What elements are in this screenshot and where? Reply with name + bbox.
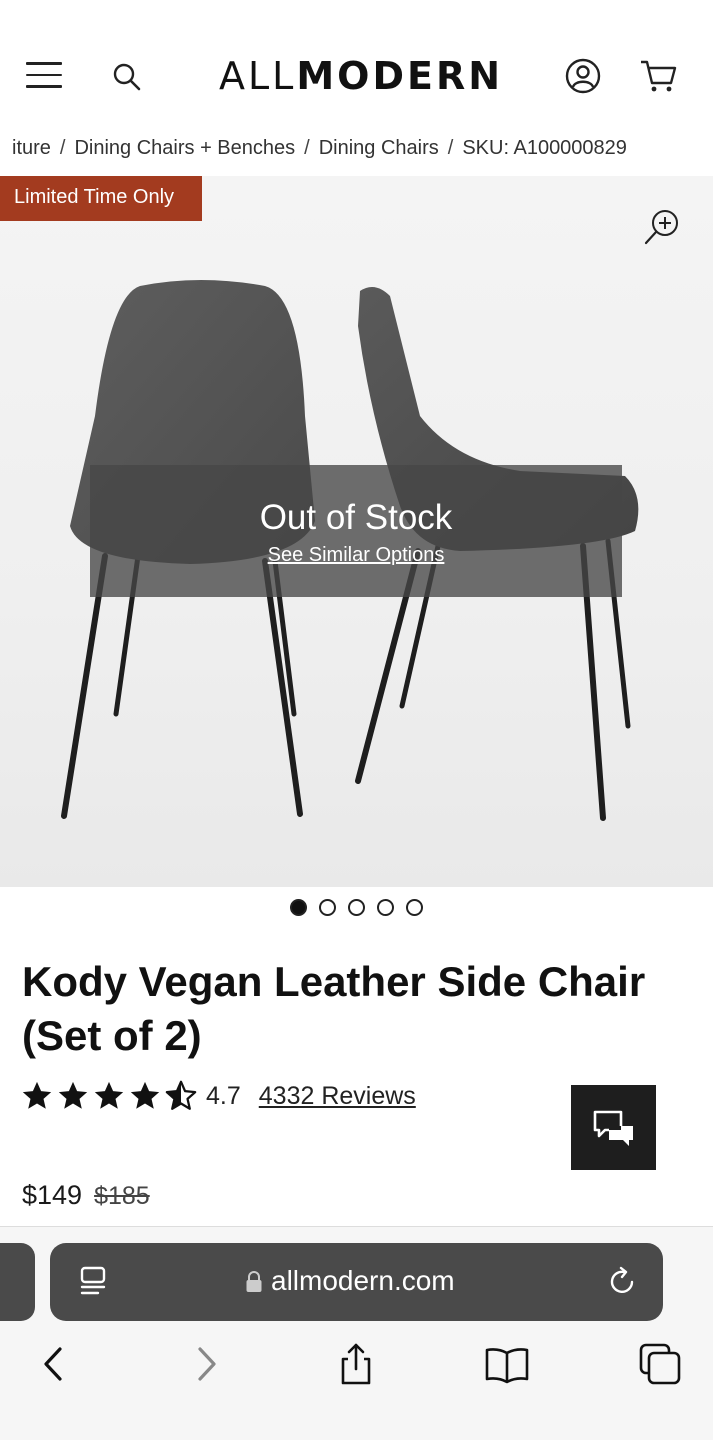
back-icon[interactable] (28, 1339, 78, 1389)
carousel-dot-5[interactable] (406, 899, 423, 916)
forward-icon[interactable] (182, 1339, 232, 1389)
star-rating (20, 1079, 198, 1113)
rating-value: 4.7 (206, 1081, 241, 1110)
logo-bold-text: MODERN (296, 54, 504, 98)
out-of-stock-title: Out of Stock (259, 498, 453, 537)
star-icon (130, 1081, 160, 1109)
reload-icon[interactable] (607, 1265, 639, 1299)
share-icon[interactable] (331, 1339, 381, 1389)
original-price: $185 (94, 1182, 150, 1210)
chat-button[interactable] (571, 1085, 656, 1170)
out-of-stock-overlay: Out of Stock See Similar Options (90, 465, 622, 597)
chat-icon (593, 1110, 633, 1146)
rating-row: 4.7 4332 Reviews (20, 1079, 416, 1113)
breadcrumb-separator: / (447, 137, 454, 159)
browser-toolbar: allmodern.com (0, 1226, 713, 1440)
breadcrumb-item[interactable]: Dining Chairs + Benches (74, 137, 295, 159)
limited-time-badge: Limited Time Only (0, 176, 202, 221)
carousel-dot-4[interactable] (377, 899, 394, 916)
breadcrumb: iture / Dining Chairs + Benches / Dining Cha… (12, 137, 713, 160)
url-text: allmodern.com (271, 1265, 455, 1296)
cart-icon[interactable] (638, 56, 678, 96)
carousel-dot-2[interactable] (319, 899, 336, 916)
hamburger-menu-icon[interactable] (26, 62, 62, 90)
breadcrumb-sku: SKU: A100000829 (462, 137, 627, 159)
half-star-icon (165, 1080, 197, 1110)
sale-price: $149 (22, 1180, 83, 1210)
breadcrumb-separator: / (59, 137, 66, 159)
search-icon[interactable] (112, 62, 142, 92)
star-icon (58, 1081, 88, 1109)
carousel-dot-3[interactable] (348, 899, 365, 916)
reviews-link[interactable]: 4332 Reviews (259, 1082, 416, 1111)
carousel-dots (290, 899, 423, 916)
lock-icon (246, 1271, 262, 1292)
previous-tab-preview[interactable] (0, 1243, 35, 1321)
star-icon (94, 1081, 124, 1109)
site-header: ALLMODERN (0, 40, 713, 112)
browser-nav-row (0, 1339, 713, 1399)
breadcrumb-separator: / (304, 137, 310, 159)
tabs-icon[interactable] (635, 1339, 685, 1389)
breadcrumb-item[interactable]: iture (12, 137, 51, 159)
site-logo[interactable]: ALLMODERN (219, 54, 503, 98)
price-row: $149 $185 (22, 1180, 150, 1211)
reader-icon[interactable] (78, 1265, 110, 1299)
zoom-in-icon[interactable] (643, 206, 683, 246)
carousel-dot-1[interactable] (290, 899, 307, 916)
product-image[interactable]: Limited Time Only Out of Stock See Simil… (0, 176, 713, 887)
address-bar[interactable]: allmodern.com (50, 1243, 663, 1321)
star-icon (22, 1081, 52, 1109)
product-title: Kody Vegan Leather Side Chair (Set of 2) (22, 958, 646, 1059)
breadcrumb-item[interactable]: Dining Chairs (319, 137, 439, 159)
bookmarks-icon[interactable] (482, 1339, 532, 1389)
account-icon[interactable] (565, 58, 601, 94)
see-similar-options-link[interactable]: See Similar Options (268, 544, 445, 567)
logo-light-text: ALL (219, 54, 297, 98)
